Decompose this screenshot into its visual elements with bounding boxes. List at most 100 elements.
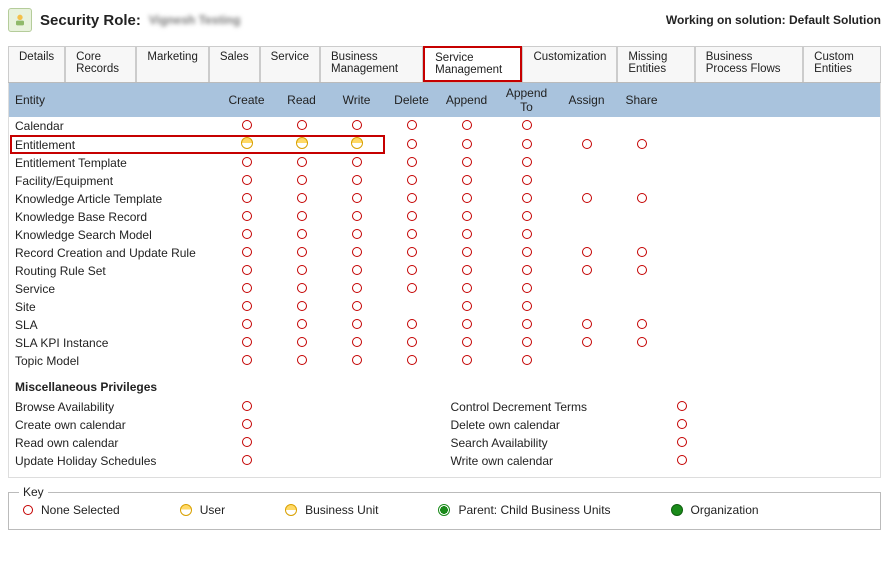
perm-none-icon[interactable]: [407, 193, 417, 203]
perm-none-icon[interactable]: [522, 247, 532, 257]
perm-cell[interactable]: [559, 334, 614, 352]
perm-none-icon[interactable]: [522, 301, 532, 311]
perm-cell[interactable]: [274, 262, 329, 280]
perm-none-icon[interactable]: [582, 247, 592, 257]
perm-none-icon[interactable]: [462, 193, 472, 203]
perm-cell[interactable]: [439, 190, 494, 208]
perm-none-icon[interactable]: [407, 120, 417, 130]
tab-service[interactable]: Service: [260, 46, 320, 82]
perm-cell[interactable]: [439, 135, 494, 154]
perm-cell[interactable]: [329, 316, 384, 334]
perm-cell[interactable]: [384, 154, 439, 172]
perm-none-icon[interactable]: [242, 229, 252, 239]
perm-cell[interactable]: [274, 244, 329, 262]
perm-none-icon[interactable]: [522, 175, 532, 185]
perm-none-icon[interactable]: [352, 355, 362, 365]
perm-none-icon[interactable]: [462, 175, 472, 185]
perm-none-icon[interactable]: [407, 247, 417, 257]
misc-perm-cell[interactable]: [219, 416, 274, 434]
perm-none-icon[interactable]: [462, 337, 472, 347]
perm-cell[interactable]: [329, 172, 384, 190]
perm-cell[interactable]: [219, 280, 274, 298]
perm-cell[interactable]: [219, 334, 274, 352]
perm-none-icon[interactable]: [242, 301, 252, 311]
perm-none-icon[interactable]: [352, 175, 362, 185]
perm-none-icon[interactable]: [677, 419, 687, 429]
perm-none-icon[interactable]: [242, 419, 252, 429]
perm-cell[interactable]: [384, 117, 439, 135]
perm-none-icon[interactable]: [242, 157, 252, 167]
perm-none-icon[interactable]: [297, 211, 307, 221]
perm-cell[interactable]: [439, 280, 494, 298]
perm-none-icon[interactable]: [297, 247, 307, 257]
perm-none-icon[interactable]: [352, 283, 362, 293]
perm-cell[interactable]: [329, 190, 384, 208]
perm-none-icon[interactable]: [407, 175, 417, 185]
perm-cell[interactable]: [274, 172, 329, 190]
perm-none-icon[interactable]: [462, 120, 472, 130]
perm-cell[interactable]: [439, 226, 494, 244]
perm-none-icon[interactable]: [522, 139, 532, 149]
perm-none-icon[interactable]: [582, 265, 592, 275]
perm-none-icon[interactable]: [522, 283, 532, 293]
perm-none-icon[interactable]: [462, 157, 472, 167]
perm-none-icon[interactable]: [242, 120, 252, 130]
perm-none-icon[interactable]: [462, 319, 472, 329]
perm-cell[interactable]: [439, 117, 494, 135]
perm-none-icon[interactable]: [462, 229, 472, 239]
perm-cell[interactable]: [439, 172, 494, 190]
perm-none-icon[interactable]: [352, 229, 362, 239]
perm-cell[interactable]: [219, 154, 274, 172]
perm-cell[interactable]: [274, 352, 329, 370]
perm-cell[interactable]: [219, 208, 274, 226]
perm-cell[interactable]: [494, 154, 559, 172]
perm-cell[interactable]: [559, 135, 614, 154]
perm-business-unit-icon[interactable]: [296, 137, 308, 149]
perm-cell[interactable]: [274, 280, 329, 298]
perm-none-icon[interactable]: [522, 229, 532, 239]
perm-none-icon[interactable]: [462, 139, 472, 149]
perm-none-icon[interactable]: [637, 337, 647, 347]
perm-cell[interactable]: [559, 316, 614, 334]
perm-none-icon[interactable]: [522, 211, 532, 221]
perm-none-icon[interactable]: [242, 455, 252, 465]
perm-cell[interactable]: [219, 262, 274, 280]
perm-cell[interactable]: [559, 190, 614, 208]
perm-none-icon[interactable]: [297, 283, 307, 293]
perm-none-icon[interactable]: [522, 319, 532, 329]
tab-marketing[interactable]: Marketing: [136, 46, 209, 82]
tab-business-management[interactable]: Business Management: [320, 46, 423, 82]
perm-cell[interactable]: [439, 262, 494, 280]
perm-none-icon[interactable]: [242, 193, 252, 203]
perm-cell[interactable]: [329, 280, 384, 298]
perm-none-icon[interactable]: [407, 319, 417, 329]
perm-none-icon[interactable]: [407, 211, 417, 221]
perm-cell[interactable]: [384, 244, 439, 262]
perm-cell[interactable]: [384, 352, 439, 370]
misc-perm-cell[interactable]: [655, 434, 710, 452]
misc-perm-cell[interactable]: [655, 452, 710, 470]
perm-cell[interactable]: [614, 316, 669, 334]
perm-cell[interactable]: [614, 262, 669, 280]
perm-none-icon[interactable]: [407, 355, 417, 365]
tab-missing-entities[interactable]: Missing Entities: [617, 46, 694, 82]
perm-cell[interactable]: [439, 334, 494, 352]
perm-none-icon[interactable]: [242, 319, 252, 329]
perm-cell[interactable]: [439, 298, 494, 316]
perm-cell[interactable]: [439, 208, 494, 226]
perm-none-icon[interactable]: [352, 193, 362, 203]
perm-none-icon[interactable]: [522, 265, 532, 275]
perm-none-icon[interactable]: [242, 211, 252, 221]
perm-cell[interactable]: [384, 135, 439, 154]
perm-cell[interactable]: [384, 316, 439, 334]
perm-none-icon[interactable]: [462, 301, 472, 311]
perm-none-icon[interactable]: [637, 265, 647, 275]
perm-none-icon[interactable]: [407, 229, 417, 239]
perm-cell[interactable]: [614, 190, 669, 208]
perm-none-icon[interactable]: [582, 319, 592, 329]
perm-cell[interactable]: [274, 135, 329, 154]
perm-none-icon[interactable]: [242, 355, 252, 365]
perm-cell[interactable]: [274, 334, 329, 352]
perm-cell[interactable]: [329, 208, 384, 226]
perm-none-icon[interactable]: [637, 139, 647, 149]
